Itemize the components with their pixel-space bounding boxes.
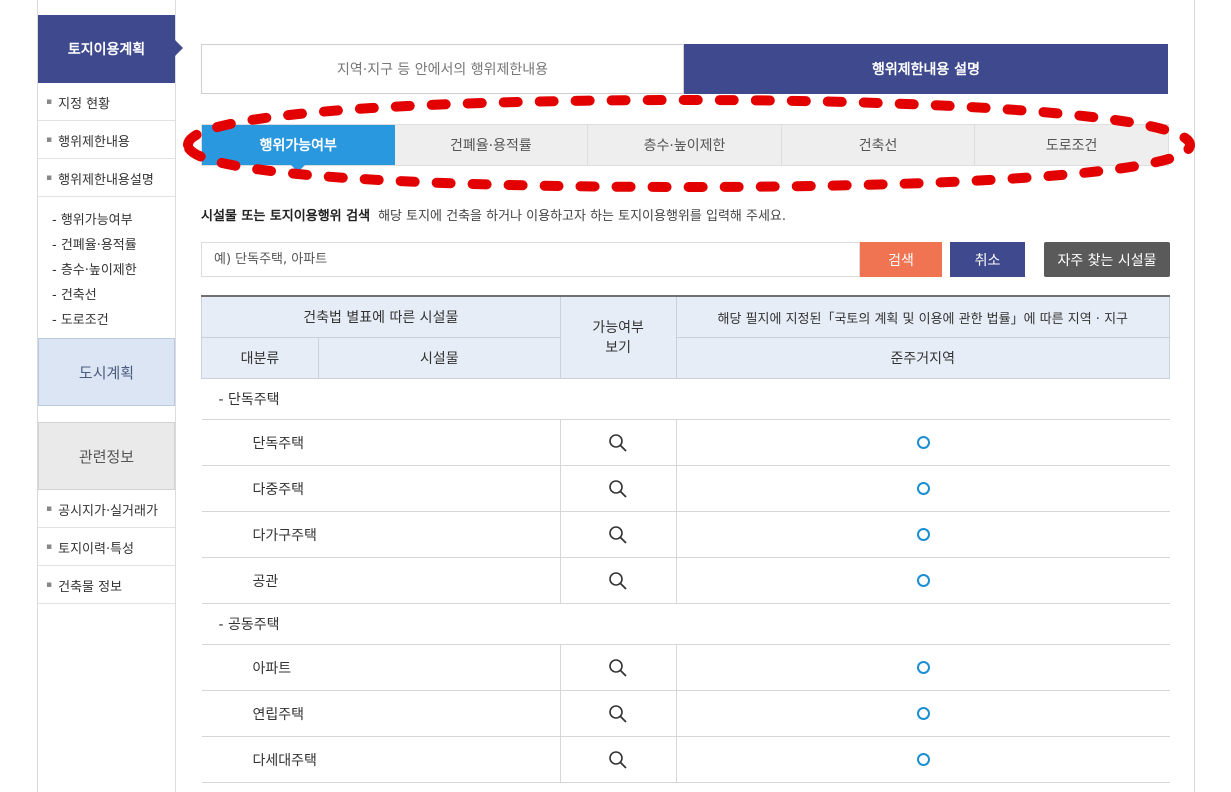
search-description: 해당 토지에 건축을 하거나 이용하고자 하는 토지이용행위를 입력해 주세요. — [378, 209, 787, 224]
facility-table: 건축법 별표에 따른 시설물 가능여부 보기 해당 필지에 지정된「국토의 계획… — [201, 295, 1171, 783]
magnifier-icon[interactable] — [608, 704, 628, 724]
facility-name: 연립주택 — [201, 690, 561, 737]
magnifier-icon[interactable] — [608, 750, 628, 770]
table-row: 단독주택 — [201, 419, 1170, 466]
table-group-row: - 단독주택 — [201, 378, 1170, 420]
sidebar-item-designation[interactable]: ▪ 지정 현황 — [38, 84, 175, 121]
header-possible: 가능여부 보기 — [559, 295, 677, 379]
city-plan-button[interactable]: 도시계획 — [38, 338, 175, 406]
sub-tab-possible[interactable]: 행위가능여부 — [202, 125, 395, 172]
view-cell — [559, 690, 677, 737]
cancel-button[interactable]: 취소 — [950, 242, 1025, 277]
sidebar-item-restriction[interactable]: ▪ 행위제한내용 — [38, 122, 175, 159]
tab-restriction-desc[interactable]: 행위제한내용 설명 — [684, 44, 1168, 94]
related-info-button[interactable]: 관련정보 — [38, 422, 175, 490]
sidebar-item-label: 행위제한내용 — [58, 134, 130, 150]
status-cell — [675, 644, 1170, 691]
facility-name: 다가구주택 — [201, 511, 561, 558]
magnifier-icon[interactable] — [608, 479, 628, 499]
circle-o-icon — [916, 707, 930, 720]
circle-o-icon — [916, 661, 930, 674]
sub-tab-road[interactable]: 도로조건 — [975, 125, 1168, 165]
sidebar-item-building-info[interactable]: ▪ 건축물 정보 — [38, 567, 175, 604]
status-cell — [675, 690, 1170, 737]
sub-tab-coverage[interactable]: 건폐율·용적률 — [395, 125, 589, 165]
sidebar-sub-item-possible[interactable]: - 행위가능여부 — [52, 208, 137, 233]
sidebar-sub-list: - 행위가능여부 - 건폐율·용적률 - 층수·높이제한 - 건축선 - 도로조… — [52, 208, 137, 333]
sub-tab-height[interactable]: 층수·높이제한 — [588, 125, 782, 165]
bullet-icon: ▪ — [46, 542, 53, 552]
sidebar: 토지이용계획 ▪ 지정 현황 ▪ 행위제한내용 ▪ 행위제한내용설명 - 행위가… — [38, 0, 183, 792]
facility-search-input[interactable] — [201, 242, 860, 277]
sub-tab-building-line[interactable]: 건축선 — [782, 125, 976, 165]
sidebar-item-restriction-desc[interactable]: ▪ 행위제한내용설명 — [38, 160, 175, 197]
sidebar-item-land-price[interactable]: ▪ 공시지가·실거래가 — [38, 491, 175, 528]
sub-tab-bar: 행위가능여부 건폐율·용적률 층수·높이제한 건축선 도로조건 — [201, 124, 1169, 172]
status-cell — [675, 465, 1170, 512]
header-zone-name: 준주거지역 — [675, 337, 1171, 379]
search-title: 시설물 또는 토지이용행위 검색 — [201, 209, 371, 224]
sidebar-item-label: 지정 현황 — [58, 96, 111, 112]
status-cell — [675, 736, 1170, 783]
circle-o-icon — [916, 528, 930, 541]
sidebar-sub-item-coverage[interactable]: - 건폐율·용적률 — [52, 233, 137, 258]
circle-o-icon — [916, 753, 930, 766]
sidebar-heading-arrow — [175, 40, 183, 56]
view-cell — [559, 511, 677, 558]
header-facility-name: 시설물 — [317, 337, 561, 379]
sidebar-sub-item-road[interactable]: - 도로조건 — [52, 308, 137, 333]
table-row: 다가구주택 — [201, 511, 1170, 558]
table-row: 다중주택 — [201, 465, 1170, 512]
facility-name: 공관 — [201, 557, 561, 604]
header-facility: 건축법 별표에 따른 시설물 — [201, 295, 561, 338]
table-row: 다세대주택 — [201, 736, 1170, 783]
magnifier-icon[interactable] — [608, 433, 628, 453]
circle-o-icon — [916, 574, 930, 587]
magnifier-icon[interactable] — [608, 525, 628, 545]
bullet-icon: ▪ — [46, 580, 53, 590]
circle-o-icon — [916, 436, 930, 449]
view-cell — [559, 557, 677, 604]
table-group-row: - 공동주택 — [201, 603, 1170, 645]
search-button[interactable]: 검색 — [860, 242, 942, 277]
view-cell — [559, 736, 677, 783]
circle-o-icon — [916, 482, 930, 495]
table-row: 공관 — [201, 557, 1170, 604]
sidebar-item-label: 행위제한내용설명 — [58, 172, 154, 188]
status-cell — [675, 419, 1170, 466]
facility-name: 단독주택 — [201, 419, 561, 466]
bullet-icon: ▪ — [46, 173, 53, 183]
tab-zone-restriction[interactable]: 지역·지구 등 안에서의 행위제한내용 — [201, 44, 684, 94]
frame-right-border — [1194, 0, 1195, 792]
status-cell — [675, 511, 1170, 558]
header-category: 대분류 — [201, 337, 319, 379]
group-label: - 단독주택 — [201, 378, 1170, 420]
sidebar-item-land-history[interactable]: ▪ 토지이력·특성 — [38, 529, 175, 566]
view-cell — [559, 419, 677, 466]
facility-name: 다세대주택 — [201, 736, 561, 783]
view-cell — [559, 465, 677, 512]
group-label: - 공동주택 — [201, 603, 1170, 645]
view-cell — [559, 644, 677, 691]
facility-name: 다중주택 — [201, 465, 561, 512]
status-cell — [675, 557, 1170, 604]
facility-name: 아파트 — [201, 644, 561, 691]
sidebar-item-label: 토지이력·특성 — [58, 541, 135, 557]
frequent-facility-button[interactable]: 자주 찾는 시설물 — [1044, 242, 1170, 277]
sidebar-sub-item-height[interactable]: - 층수·높이제한 — [52, 258, 137, 283]
bullet-icon: ▪ — [46, 504, 53, 514]
bullet-icon: ▪ — [46, 97, 53, 107]
bullet-icon: ▪ — [46, 135, 53, 145]
table-row: 아파트 — [201, 644, 1170, 691]
sidebar-item-label: 건축물 정보 — [58, 579, 123, 595]
header-zone: 해당 필지에 지정된「국토의 계획 및 이용에 관한 법률」에 따른 지역 · … — [675, 295, 1171, 338]
search-label: 시설물 또는 토지이용행위 검색 해당 토지에 건축을 하거나 이용하고자 하는 … — [201, 205, 786, 224]
magnifier-icon[interactable] — [608, 571, 628, 591]
magnifier-icon[interactable] — [608, 658, 628, 678]
sidebar-heading[interactable]: 토지이용계획 — [38, 15, 175, 83]
table-row: 연립주택 — [201, 690, 1170, 737]
sidebar-sub-item-building-line[interactable]: - 건축선 — [52, 283, 137, 308]
sidebar-item-label: 공시지가·실거래가 — [58, 503, 158, 519]
